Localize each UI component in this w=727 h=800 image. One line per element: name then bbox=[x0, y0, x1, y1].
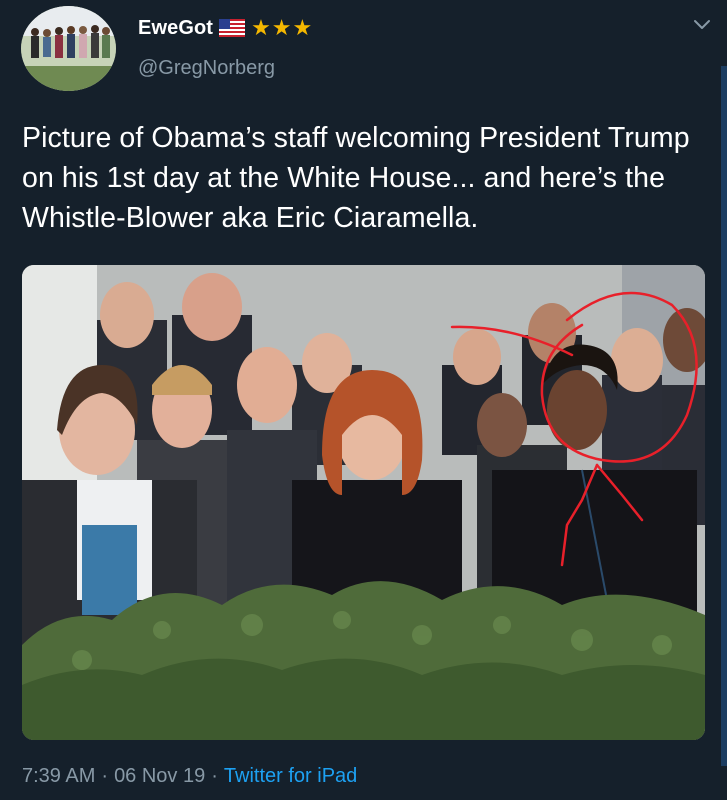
tweet-time[interactable]: 7:39 AM bbox=[22, 765, 95, 788]
avatar[interactable] bbox=[21, 6, 116, 91]
tweet-source-link[interactable]: Twitter for iPad bbox=[224, 765, 357, 788]
display-name[interactable]: EweGot bbox=[138, 17, 213, 40]
author-handle[interactable]: @GregNorberg bbox=[138, 57, 275, 80]
meta-separator: · bbox=[101, 765, 109, 787]
tweet-text: Picture of Obama’s staff welcoming Presi… bbox=[22, 122, 690, 234]
meta-separator: · bbox=[211, 765, 218, 787]
chevron-down-icon[interactable] bbox=[691, 14, 713, 36]
us-flag-icon bbox=[219, 19, 246, 37]
tweet-card: EweGot ★ ★ ★ @GregNorberg Picture of Oba… bbox=[0, 0, 727, 800]
star-badges: ★ ★ ★ bbox=[251, 17, 312, 39]
star-icon: ★ bbox=[271, 15, 292, 40]
tweet-date[interactable]: 06 Nov 19 bbox=[114, 765, 205, 788]
author-name-row[interactable]: EweGot ★ ★ ★ bbox=[138, 14, 312, 42]
tweet-photo[interactable] bbox=[22, 265, 705, 740]
scrollbar[interactable] bbox=[721, 66, 727, 766]
star-icon: ★ bbox=[251, 15, 271, 40]
tweet-meta: 7:39 AM · 06 Nov 19 · Twitter for iPad bbox=[22, 765, 357, 788]
star-icon: ★ bbox=[292, 15, 313, 40]
